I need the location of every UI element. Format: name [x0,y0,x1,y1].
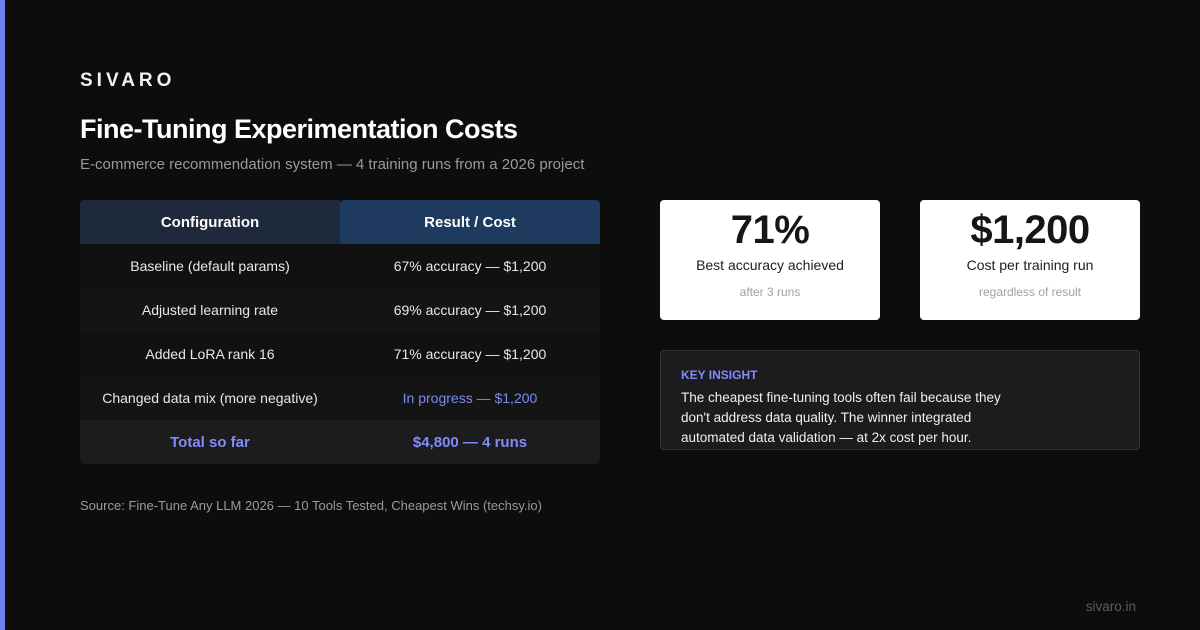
key-insight-box: KEY INSIGHT The cheapest fine-tuning too… [660,350,1140,450]
slide: SIVARO Fine-Tuning Experimentation Costs… [0,0,1200,630]
table-row: Baseline (default params) 67% accuracy —… [80,244,600,288]
table-total-row: Total so far $4,800 — 4 runs [80,420,600,464]
stat-label: Cost per training run [966,257,1094,273]
page-title: Fine-Tuning Experimentation Costs [80,114,518,144]
insight-label: KEY INSIGHT [681,368,758,382]
page-subtitle: E-commerce recommendation system — 4 tra… [80,156,585,173]
table-header: Configuration Result / Cost [80,200,600,244]
total-value: $4,800 — 4 runs [412,433,528,451]
config-cell: Baseline (default params) [130,258,290,274]
accent-bar [0,0,5,630]
stat-note: regardless of result [978,285,1082,299]
total-label: Total so far [170,433,250,451]
result-cell: 71% accuracy — $1,200 [393,346,547,362]
stat-value: $1,200 [970,208,1090,252]
insight-text: The cheapest fine-tuning tools often fai… [681,390,1001,445]
footer-url: sivaro.in [1085,599,1136,614]
table-row: Added LoRA rank 16 71% accuracy — $1,200 [80,332,600,376]
config-cell: Changed data mix (more negative) [102,390,318,406]
config-cell: Adjusted learning rate [141,302,279,318]
source-citation: Source: Fine-Tune Any LLM 2026 — 10 Tool… [80,498,542,513]
config-cell: Added LoRA rank 16 [145,346,275,362]
brand-logo: SIVARO [80,70,176,91]
stat-card-cost-per-run: $1,200 Cost per training run regardless … [920,200,1140,320]
table-row: Changed data mix (more negative) In prog… [80,376,600,420]
result-cell: 69% accuracy — $1,200 [393,302,547,318]
stat-value: 71% [730,208,810,252]
cost-table: Configuration Result / Cost Baseline (de… [80,200,600,464]
stat-note: after 3 runs [739,285,801,299]
stat-label: Best accuracy achieved [696,257,844,273]
result-cell: 67% accuracy — $1,200 [393,258,547,274]
stat-card-best-accuracy: 71% Best accuracy achieved after 3 runs [660,200,880,320]
column-header-configuration: Configuration [80,200,340,244]
result-cell-in-progress: In progress — $1,200 [402,390,538,406]
column-header-result-cost: Result / Cost [340,200,600,244]
table-row: Adjusted learning rate 69% accuracy — $1… [80,288,600,332]
